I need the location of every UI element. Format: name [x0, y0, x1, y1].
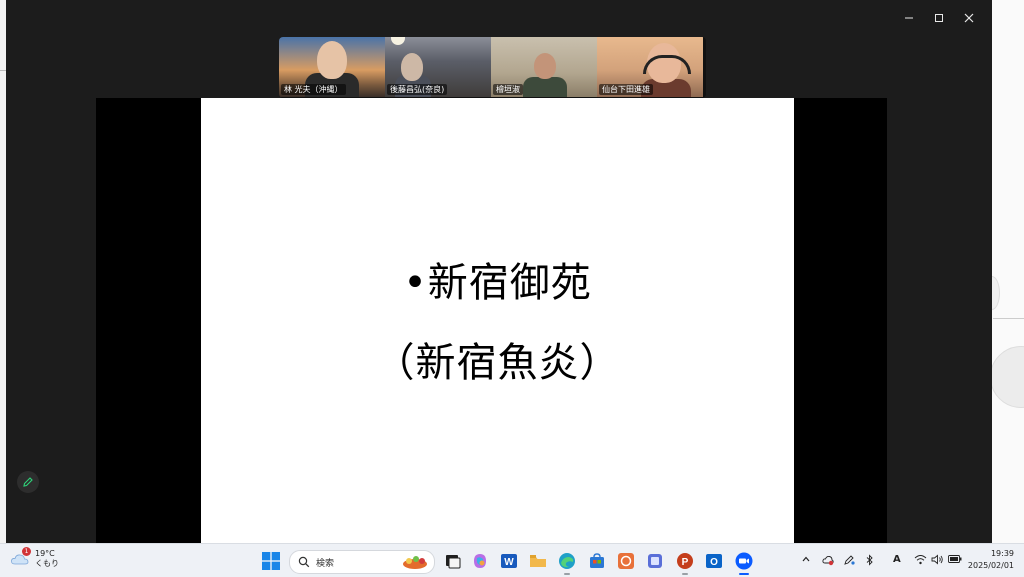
task-view-icon	[446, 555, 461, 569]
network-button[interactable]	[914, 554, 927, 568]
active-indicator	[739, 573, 749, 575]
tray-icon[interactable]	[864, 554, 876, 569]
clock-date: 2025/02/01	[967, 561, 1014, 570]
edge-button[interactable]	[557, 551, 577, 575]
weather-temperature: 19°C	[35, 549, 55, 558]
close-button[interactable]	[954, 6, 984, 30]
copilot-icon	[474, 554, 486, 568]
participant-name: 仙台下田進雄	[599, 84, 653, 95]
volume-button[interactable]	[931, 554, 944, 568]
outlook-icon: O	[706, 554, 722, 568]
speaker-icon	[931, 554, 943, 565]
battery-icon	[948, 555, 962, 563]
participant-video[interactable]: 林 光夫（沖縄）	[279, 37, 385, 97]
weather-text: 19°C くもり	[35, 549, 59, 569]
taskbar-search[interactable]: 検索	[289, 550, 435, 574]
video-feed	[534, 53, 556, 79]
folder-icon	[530, 555, 546, 567]
participant-name: 林 光夫（沖縄）	[281, 84, 346, 95]
active-indicator	[682, 573, 688, 575]
clock-time: 19:39	[990, 549, 1014, 558]
word-button[interactable]: W	[499, 551, 519, 571]
minimize-icon	[905, 17, 913, 19]
video-feed	[523, 77, 567, 97]
svg-text:O: O	[710, 557, 718, 568]
word-icon: W	[501, 554, 517, 568]
participant-name: 後藤昌弘(奈良)	[387, 84, 448, 95]
show-hidden-icons-button[interactable]	[801, 554, 811, 567]
slide-subtitle: （新宿魚炎）	[374, 339, 621, 386]
close-icon	[964, 13, 974, 23]
svg-text:P: P	[682, 557, 689, 568]
shared-slide: •新宿御苑 （新宿魚炎）	[201, 98, 794, 543]
video-feed	[401, 53, 423, 81]
svg-text:W: W	[504, 557, 514, 568]
tray-icon[interactable]	[822, 554, 834, 569]
maximize-icon	[935, 14, 943, 22]
task-view-button[interactable]	[443, 551, 463, 571]
search-icon	[298, 556, 310, 568]
active-indicator	[564, 573, 570, 575]
app-button[interactable]	[645, 551, 665, 571]
ime-indicator[interactable]: A	[893, 554, 901, 565]
windows-logo-icon	[262, 552, 280, 570]
wifi-icon	[914, 555, 927, 565]
participant-name: 檜垣淑	[493, 84, 523, 95]
windows-taskbar: 1 19°C くもり 検索 W P O A 19:39 2025/02/01	[0, 543, 1024, 577]
zoom-button[interactable]	[734, 551, 754, 575]
bluetooth-icon	[866, 554, 873, 566]
participant-video-strip: 林 光夫（沖縄） 後藤昌弘(奈良) 檜垣淑 仙台下田進雄	[279, 37, 706, 98]
powerpoint-icon: P	[677, 553, 693, 569]
powerpoint-button[interactable]: P	[675, 551, 695, 575]
window-controls	[894, 6, 984, 30]
pencil-icon	[23, 477, 33, 487]
maximize-button[interactable]	[924, 6, 954, 30]
annotate-button[interactable]	[17, 471, 39, 493]
chevron-up-icon	[802, 556, 810, 562]
edge-icon	[559, 553, 575, 569]
store-button[interactable]	[587, 551, 607, 571]
weather-condition: くもり	[35, 559, 59, 568]
system-clock[interactable]: 19:39 2025/02/01	[968, 548, 1014, 572]
slide-title: •新宿御苑	[403, 259, 592, 306]
store-icon	[590, 553, 604, 568]
zoom-icon	[735, 552, 753, 570]
desktop-background	[992, 0, 1024, 543]
search-label: 検索	[316, 558, 335, 569]
pen-icon	[844, 555, 855, 565]
copilot-button[interactable]	[470, 551, 490, 571]
weather-widget[interactable]: 1 19°C くもり	[10, 547, 59, 569]
desktop-decoration	[993, 318, 1024, 319]
participant-video[interactable]: 仙台下田進雄	[597, 37, 703, 97]
start-button[interactable]	[262, 552, 280, 570]
notification-badge: 1	[22, 547, 31, 556]
app-icon	[618, 553, 634, 569]
outlook-button[interactable]: O	[704, 551, 724, 571]
participant-video-active-speaker[interactable]: 檜垣淑	[491, 37, 597, 97]
app-button[interactable]	[616, 551, 636, 571]
cloud-sync-icon	[822, 555, 834, 566]
file-explorer-button[interactable]	[528, 551, 548, 571]
app-icon	[648, 554, 662, 568]
video-feed	[317, 41, 347, 79]
tray-icon[interactable]	[843, 554, 855, 569]
battery-button[interactable]	[948, 554, 962, 567]
minimize-button[interactable]	[894, 6, 924, 30]
participant-video[interactable]: 後藤昌弘(奈良)	[385, 37, 491, 97]
search-highlight-icon	[403, 556, 427, 569]
